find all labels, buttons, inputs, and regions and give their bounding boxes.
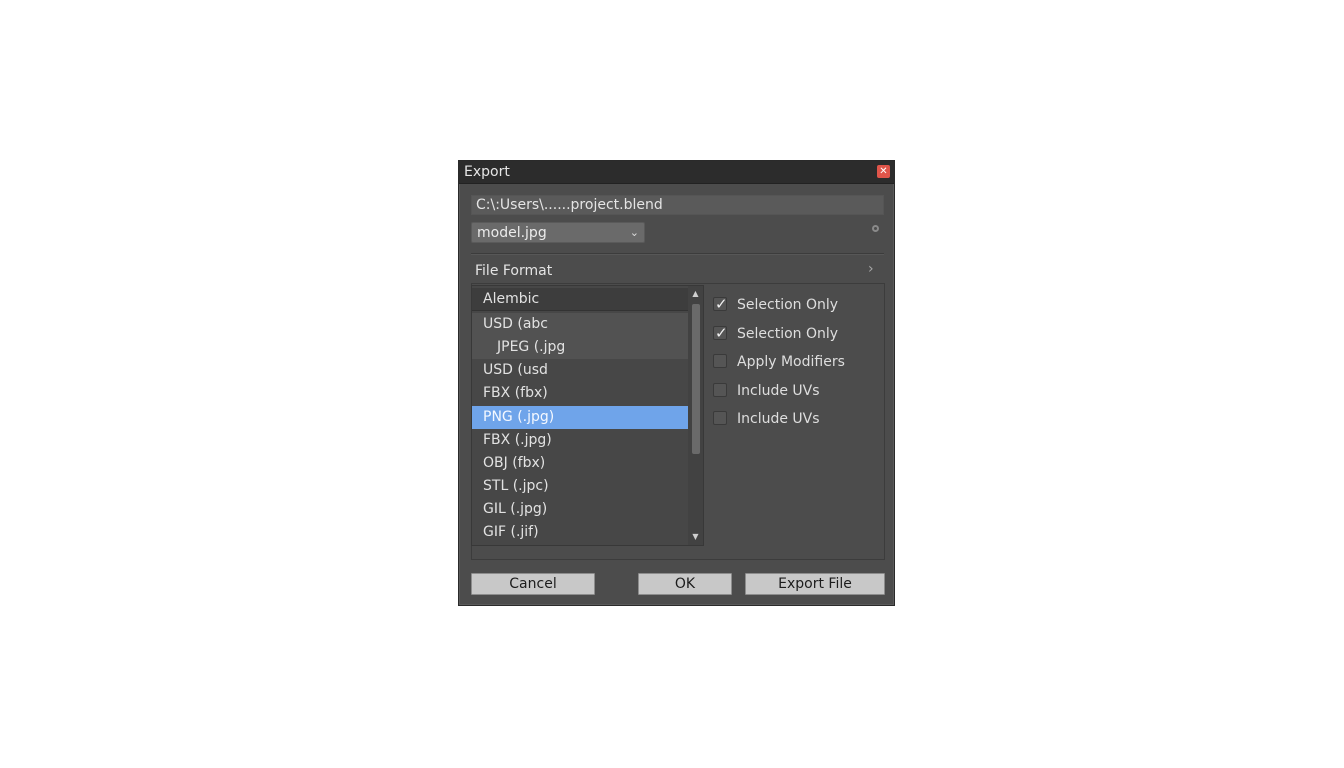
chevron-down-icon: ⌄	[629, 226, 639, 239]
checkbox[interactable]: ✓	[713, 295, 728, 313]
list-item[interactable]: STL (.jpc)	[472, 475, 688, 498]
scroll-down-icon[interactable]: ▼	[688, 530, 703, 544]
checkmark-icon: ✓	[715, 324, 728, 342]
list-item[interactable]: OBJ (fbx)	[472, 452, 688, 475]
ok-button[interactable]: OK	[638, 573, 732, 595]
export-dialog: Export ✕ C:\:Users\......project.blend m…	[458, 160, 895, 606]
list-item[interactable]: USD (usd	[472, 359, 688, 382]
file-path-field[interactable]: C:\:Users\......project.blend	[471, 195, 884, 215]
list-item[interactable]: GIL (.jpg)	[472, 498, 688, 521]
file-format-list[interactable]: Alembic USD (abc JPEG (.jpg USD (usd FBX…	[471, 285, 704, 546]
checkbox[interactable]	[713, 383, 727, 397]
list-item-selected[interactable]: PNG (.jpg)	[472, 406, 688, 429]
filename-value: model.jpg	[477, 225, 547, 241]
option-label: Selection Only	[737, 297, 839, 313]
list-scrollbar[interactable]: ▲ ▼	[688, 286, 703, 545]
checkmark-icon: ✓	[715, 295, 728, 313]
list-item[interactable]: FBX (.jpg)	[472, 429, 688, 452]
export-file-button[interactable]: Export File	[745, 573, 885, 595]
option-label: Include UVs	[737, 383, 820, 399]
close-icon[interactable]: ✕	[877, 165, 890, 178]
list-item[interactable]: FBX (fbx)	[472, 382, 688, 405]
list-item[interactable]: Alembic	[472, 288, 688, 311]
dialog-title: Export	[464, 164, 510, 180]
option-label: Include UVs	[737, 411, 820, 427]
checkbox[interactable]	[713, 354, 727, 368]
scroll-thumb[interactable]	[692, 304, 700, 454]
divider	[471, 253, 884, 255]
file-format-label: File Format	[475, 263, 553, 279]
option-label: Apply Modifiers	[737, 354, 845, 370]
option-label: Selection Only	[737, 326, 839, 342]
checkbox[interactable]	[713, 411, 727, 425]
filename-dropdown[interactable]: model.jpg ⌄	[471, 222, 645, 243]
list-item[interactable]: GIF (.jif)	[472, 521, 688, 544]
title-bar[interactable]: Export ✕	[459, 161, 894, 184]
settings-dot-icon[interactable]	[872, 225, 879, 232]
chevron-right-icon[interactable]: ›	[868, 261, 874, 277]
list-item[interactable]: JPEG (.jpg	[472, 336, 688, 359]
scroll-up-icon[interactable]: ▲	[688, 287, 703, 301]
cancel-button[interactable]: Cancel	[471, 573, 595, 595]
list-item[interactable]: USD (abc	[472, 313, 688, 336]
checkbox[interactable]: ✓	[713, 324, 728, 342]
